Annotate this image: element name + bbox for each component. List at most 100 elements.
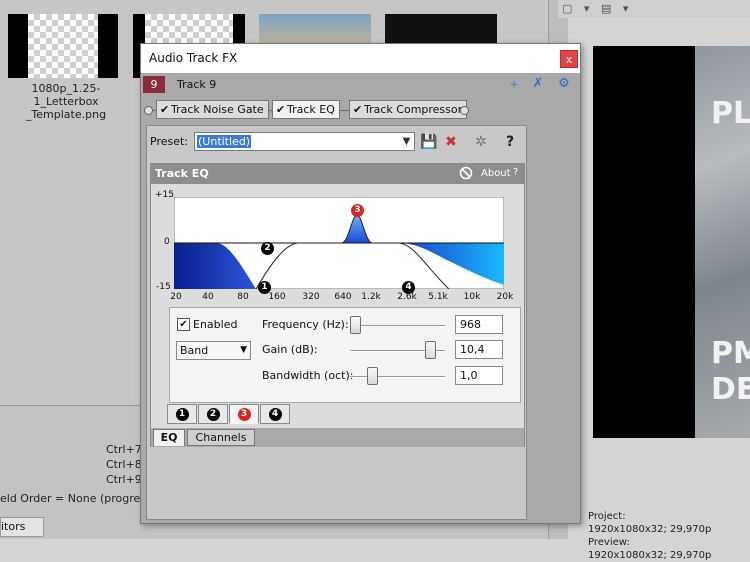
bandwidth-slider-track[interactable] (350, 376, 445, 378)
close-button[interactable]: x (560, 50, 578, 68)
band-tab-2[interactable]: 2 (198, 404, 228, 424)
preset-dropdown[interactable]: (Untitled) ▼ (194, 132, 415, 151)
plugin-tab-label: Track Noise Gate (171, 103, 264, 116)
x-label-40: 40 (202, 292, 214, 302)
gain-slider-thumb[interactable] (425, 341, 436, 359)
x-label-5.1k: 5.1k (428, 292, 448, 302)
eq-curve-graph[interactable] (174, 197, 504, 289)
plugin-chain: ✔ Track Noise Gate ✔ Track EQ ✔ Track Compr… (141, 97, 580, 123)
bandwidth-label: Bandwidth (oct): (262, 369, 354, 382)
band-tab-2-label: 2 (206, 407, 220, 421)
track-row: 9 Track 9 ⧾ ✗ ⚙ (141, 73, 580, 97)
track-eq-panel: Track EQ About ? +15 0 -15 2 3 1 4 20 40… (150, 163, 525, 447)
bandwidth-slider-thumb[interactable] (367, 367, 378, 385)
band-marker-2[interactable]: 2 (261, 242, 274, 255)
frequency-label: Frequency (Hz): (262, 318, 349, 331)
filter-type-value: Band (180, 344, 209, 357)
y-label-minus15: -15 (156, 282, 171, 292)
band-tab-4[interactable]: 4 (260, 404, 290, 424)
remove-plugin-icon[interactable]: ✗ (529, 75, 547, 93)
tab-channels[interactable]: Channels (187, 429, 255, 446)
plugin-tab-label: Track EQ (287, 103, 335, 116)
media-thumbnail-letterbox[interactable] (8, 14, 118, 78)
x-label-20: 20 (170, 292, 182, 302)
band-tab-3[interactable]: 3 (229, 404, 259, 424)
save-preset-icon[interactable]: 💾 (419, 132, 439, 152)
shortcut-ctrl9: Ctrl+9 (106, 473, 142, 486)
tab-monitors[interactable]: itors (0, 517, 44, 537)
eq-title: Track EQ (155, 167, 209, 180)
thumbnail-caption-line1: 1080p_1.25-1_Letterbox (31, 82, 101, 108)
eq-help-link[interactable]: ? (513, 167, 518, 178)
band-tab-1-label: 1 (175, 407, 189, 421)
gain-label: Gain (dB): (262, 343, 318, 356)
x-label-80: 80 (237, 292, 249, 302)
band-tabs: 1 2 3 4 (167, 404, 367, 426)
chevron-down-icon[interactable]: ▼ (240, 342, 247, 359)
preview-text-3: DE (711, 372, 750, 407)
tab-eq[interactable]: EQ (153, 429, 185, 446)
preview-text-2: PM (711, 336, 750, 371)
help-icon[interactable]: ? (500, 132, 520, 152)
shortcut-ctrl8: Ctrl+8 (106, 458, 142, 471)
thumbnail-caption-line2: _Template.png (25, 108, 107, 121)
bandwidth-input[interactable]: 1,0 (455, 366, 503, 385)
dialog-title: Audio Track FX (149, 51, 238, 65)
chain-start-node (144, 106, 153, 115)
bypass-icon[interactable] (459, 166, 473, 180)
plugin-chain-icon[interactable]: ⧾ (505, 75, 523, 93)
band-tab-1[interactable]: 1 (167, 404, 197, 424)
dialog-body: 9 Track 9 ⧾ ✗ ⚙ ✔ Track Noise Gate ✔ Track… (141, 73, 580, 523)
plugin-tab-label: Track Compressor (364, 103, 463, 116)
y-label-plus15: +15 (155, 190, 174, 200)
x-label-2.6k: 2.6k (397, 292, 417, 302)
track-number-badge: 9 (143, 76, 165, 93)
preview-text-1: PL (711, 96, 750, 131)
preview-value: 1920x1080x32; 29,970p (588, 550, 712, 561)
plugin-tab-noise-gate[interactable]: ✔ Track Noise Gate (156, 100, 269, 119)
y-label-0: 0 (164, 237, 170, 247)
chain-end-node (460, 106, 469, 115)
track-eq-check-icon[interactable]: ✔ (276, 101, 287, 118)
x-label-20k: 20k (496, 292, 514, 302)
about-link[interactable]: About (481, 168, 511, 179)
delete-preset-icon[interactable]: ✖ (441, 132, 461, 152)
frequency-slider-thumb[interactable] (350, 316, 361, 334)
preview-label: Preview: (588, 537, 630, 548)
plugin-tab-compressor[interactable]: ✔ Track Compressor (349, 100, 468, 119)
fx-panel: Preset: (Untitled) ▼ 💾 ✖ ✲ ? Track EQ Ab… (146, 125, 527, 520)
plugin-properties-icon[interactable]: ✲ (471, 132, 491, 152)
filter-type-select[interactable]: Band ▼ (176, 341, 251, 360)
toolbar-icon-1[interactable]: ▢ (562, 2, 572, 15)
plugin-settings-icon[interactable]: ⚙ (555, 75, 573, 93)
eq-header: Track EQ About ? (151, 164, 524, 184)
gain-input[interactable]: 10,4 (455, 340, 503, 359)
project-label: Project: (588, 511, 626, 522)
x-label-320: 320 (302, 292, 320, 302)
toolbar-icon-3[interactable]: ▤ (601, 2, 611, 15)
enabled-checkbox[interactable]: ✔ (177, 318, 190, 331)
preset-label: Preset: (150, 135, 189, 148)
x-label-10k: 10k (463, 292, 481, 302)
frequency-slider-track[interactable] (350, 325, 445, 327)
band-controls: ✔ Enabled Band ▼ Frequency (Hz): 968 Gai… (169, 307, 521, 403)
plugin-tab-track-eq[interactable]: ✔ Track EQ (272, 100, 340, 119)
band-tab-4-label: 4 (268, 407, 282, 421)
chevron-down-icon[interactable]: ▼ (399, 134, 414, 149)
toolbar-icon-2[interactable]: ▾ (584, 2, 590, 15)
dialog-titlebar[interactable]: Audio Track FX x (141, 44, 580, 73)
track-name: Track 9 (177, 78, 217, 91)
video-preview-image: PL PM DE (695, 46, 750, 438)
preview-toolbar: ▢ ▾ ▤ ▾ (558, 0, 750, 18)
compressor-check-icon[interactable]: ✔ (353, 101, 364, 118)
project-value: 1920x1080x32; 29,970p (588, 524, 712, 535)
preset-value[interactable]: (Untitled) (197, 135, 252, 148)
frequency-input[interactable]: 968 (455, 315, 503, 334)
toolbar-icon-4[interactable]: ▾ (623, 2, 629, 15)
x-label-1.2k: 1.2k (361, 292, 381, 302)
noise-gate-check-icon[interactable]: ✔ (160, 101, 171, 118)
x-label-640: 640 (334, 292, 352, 302)
band-tab-3-label: 3 (237, 407, 251, 421)
band-marker-3[interactable]: 3 (351, 204, 364, 217)
audio-track-fx-dialog: Audio Track FX x 9 Track 9 ⧾ ✗ ⚙ ✔ Track … (140, 43, 581, 524)
